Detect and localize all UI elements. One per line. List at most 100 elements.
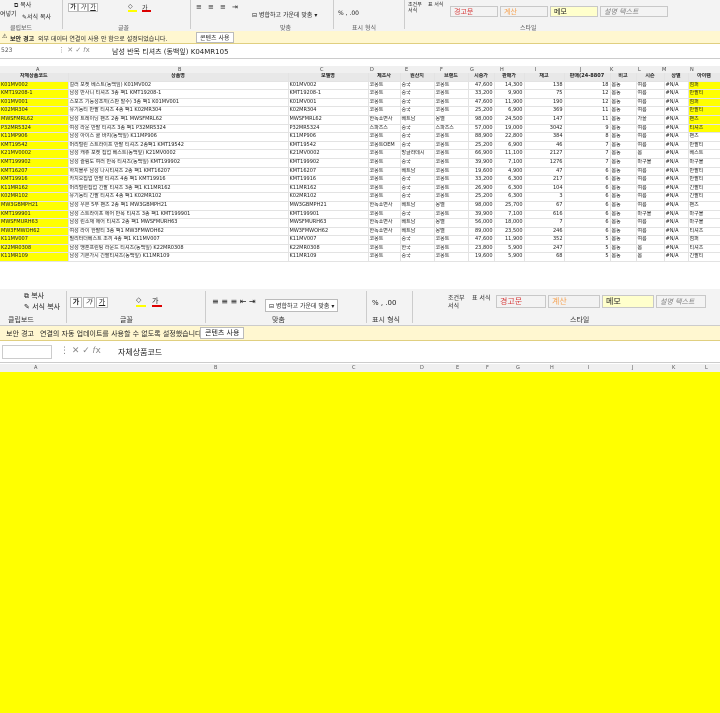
lower-format-painter-button[interactable]: ✎ 서식 복사 (24, 302, 60, 312)
table-cell[interactable]: 티셔츠 (688, 227, 720, 237)
table-cell[interactable]: 3042 (524, 124, 565, 134)
table-cell[interactable]: 방글라데시 (400, 149, 435, 159)
table-cell[interactable]: 봄동 (610, 167, 637, 177)
indent-icon[interactable]: ⇥ (232, 3, 238, 11)
table-cell[interactable]: 반팔티 (688, 89, 720, 99)
table-cell[interactable]: 봄동 (610, 81, 637, 91)
conditional-format-button[interactable]: 조건부 서식 (408, 2, 426, 14)
table-cell[interactable]: 6,900 (494, 106, 525, 116)
font-controls[interactable]: 가 가 가 ◇ 가 (68, 1, 186, 21)
column-header-cell[interactable]: 비고 (610, 73, 637, 82)
style-explain[interactable]: 설명 텍스트 (656, 295, 706, 308)
table-cell[interactable]: 베트남 (400, 201, 435, 211)
bold-button[interactable]: 가 (68, 3, 78, 12)
table-cell[interactable]: 중국 (400, 210, 435, 220)
table-cell[interactable]: 몽벨 (434, 218, 469, 228)
column-header-cell[interactable]: 자체상품코드 (0, 73, 69, 82)
table-cell[interactable]: 코몽트 (368, 89, 401, 99)
table-cell[interactable]: 코몽트 (434, 244, 469, 254)
table-cell[interactable]: 여성 라운 반팔 티셔츠 3종 팩1 P32MR5324 (68, 124, 289, 134)
table-cell[interactable]: 몽벨 (434, 201, 469, 211)
table-cell[interactable]: 56,000 (468, 218, 495, 228)
table-cell[interactable]: 티셔츠 (688, 124, 720, 134)
table-cell[interactable]: 스파즈스 (368, 124, 401, 134)
table-cell[interactable]: 봄동 (610, 106, 637, 116)
table-cell[interactable]: 2127 (524, 149, 565, 159)
table-cell[interactable]: #N/A (664, 98, 689, 108)
table-cell[interactable]: 여름 (636, 106, 665, 116)
table-cell[interactable]: 67 (524, 201, 565, 211)
table-cell[interactable]: 9,900 (494, 89, 525, 99)
table-cell[interactable]: 19,600 (468, 167, 495, 177)
table-cell[interactable]: 봄동 (610, 235, 637, 245)
table-cell[interactable]: KMT19208-1 (288, 89, 369, 99)
table-cell[interactable]: 한독쇼면사 (368, 227, 401, 237)
table-cell[interactable]: 코몽트 (368, 192, 401, 202)
table-row[interactable]: KMT199902 남성 슬림도 여러 반목 티셔츠(동백잎) KMT199902… (0, 158, 720, 168)
table-cell[interactable]: 봄동 (610, 227, 637, 237)
table-cell[interactable]: MW3GBMPH21 (0, 201, 69, 211)
table-cell[interactable]: 6 (564, 184, 611, 194)
table-cell[interactable]: 코몽트 (368, 210, 401, 220)
table-cell[interactable]: 스포츠 기능성조끼(스판 발수) 3종 팩1 K01MV001 (68, 98, 289, 108)
table-cell[interactable]: 머리털린 스트라이프 반팔 티셔츠 2종팩1 KMT19542 (68, 141, 289, 151)
table-cell[interactable]: 25,200 (468, 141, 495, 151)
table-cell[interactable]: #N/A (664, 184, 689, 194)
table-cell[interactable]: #N/A (664, 218, 689, 228)
table-cell[interactable]: 남성 아이스 쿨 바지(동백잎) K11MP906 (68, 132, 289, 142)
table-cell[interactable]: 마구볼 (688, 218, 720, 228)
lower-font-controls[interactable]: 가 가 가 ◇ 가 (70, 293, 200, 313)
fill-color-icon[interactable]: ◇ (128, 3, 137, 12)
table-cell[interactable]: 중국 (400, 158, 435, 168)
table-cell[interactable]: 190 (524, 98, 565, 108)
style-memo[interactable]: 메모 (602, 295, 654, 308)
italic-button[interactable]: 가 (78, 3, 88, 12)
column-header-cell[interactable]: 브랜드 (434, 73, 469, 82)
column-header-cell[interactable]: 모델명 (288, 73, 369, 82)
table-cell[interactable]: 코몽트 (434, 98, 469, 108)
table-format-button[interactable]: 표 서식 (428, 2, 446, 8)
table-cell[interactable]: 코몽트 (368, 132, 401, 142)
table-cell[interactable]: 11,900 (494, 98, 525, 108)
table-cell[interactable]: 11 (564, 115, 611, 125)
table-cell[interactable]: 중국 (400, 106, 435, 116)
table-cell[interactable]: 몽벨 (434, 115, 469, 125)
table-cell[interactable]: 봄동 (610, 175, 637, 185)
enable-content-button[interactable]: 콘텐츠 사용 (200, 327, 245, 339)
table-cell[interactable]: 98,000 (468, 115, 495, 125)
table-cell[interactable]: 남성 반사니 티셔츠 3종 팩1 KMT19208-1 (68, 89, 289, 99)
table-cell[interactable]: 컬러 포켓 베스트(동백잎) K01MV002 (68, 81, 289, 91)
table-cell[interactable]: #N/A (664, 252, 689, 263)
align-center-icon[interactable]: ≡ (208, 3, 214, 11)
table-cell[interactable]: 7 (564, 149, 611, 159)
table-row[interactable]: MW3FMWOH62 여성 라이 한팔티 3종 팩1 MW3FMWOH62 MW3F… (0, 227, 720, 237)
table-cell[interactable]: K02MR304 (0, 106, 69, 116)
table-cell[interactable]: 반팔티 (688, 175, 720, 185)
table-cell[interactable]: K11MR162 (288, 184, 369, 194)
number-format-controls[interactable]: % , .00 (372, 299, 396, 307)
table-cell[interactable]: 반팔티 (688, 141, 720, 151)
table-cell[interactable]: 코몽트 (368, 98, 401, 108)
table-cell[interactable]: 여름 (636, 175, 665, 185)
table-cell[interactable]: MW3FMWOH62 (288, 227, 369, 237)
table-cell[interactable]: 코몽트 (368, 106, 401, 116)
name-box[interactable]: 523 (1, 47, 12, 54)
table-cell[interactable]: 티셔츠 (688, 244, 720, 254)
copy-button[interactable]: ⧉ 복사 (14, 0, 31, 10)
table-cell[interactable]: K01MV001 (0, 98, 69, 108)
table-cell[interactable]: 여름 (636, 201, 665, 211)
table-cell[interactable]: 남성 스트라이프 에어 반목 티셔츠 3종 팩1 KMT199901 (68, 210, 289, 220)
table-cell[interactable]: 22,800 (494, 132, 525, 142)
table-cell[interactable]: 필리터더베스트 조끼 4종 팩1 K11MV007 (68, 235, 289, 245)
table-cell[interactable]: 베트남 (400, 115, 435, 125)
top-sheet-table[interactable]: 자체상품코드 상품명 모델명 제조사 원산지 브랜드 시중가 판매가 재고 판매(24-8807 비… (0, 73, 720, 263)
style-warning[interactable]: 경고문 (450, 6, 498, 17)
table-cell[interactable]: 하치블루 남성 나시티셔츠 2종 팩1 KMT16207 (68, 167, 289, 177)
table-cell[interactable]: #N/A (664, 227, 689, 237)
table-cell[interactable]: 코몽트 (434, 106, 469, 116)
table-cell[interactable]: K21MV0002 (0, 149, 69, 159)
table-cell[interactable]: 중국 (400, 192, 435, 202)
table-cell[interactable]: 104 (524, 184, 565, 194)
table-cell[interactable]: 코몽트OEM (368, 141, 401, 151)
table-cell[interactable]: #N/A (664, 175, 689, 185)
